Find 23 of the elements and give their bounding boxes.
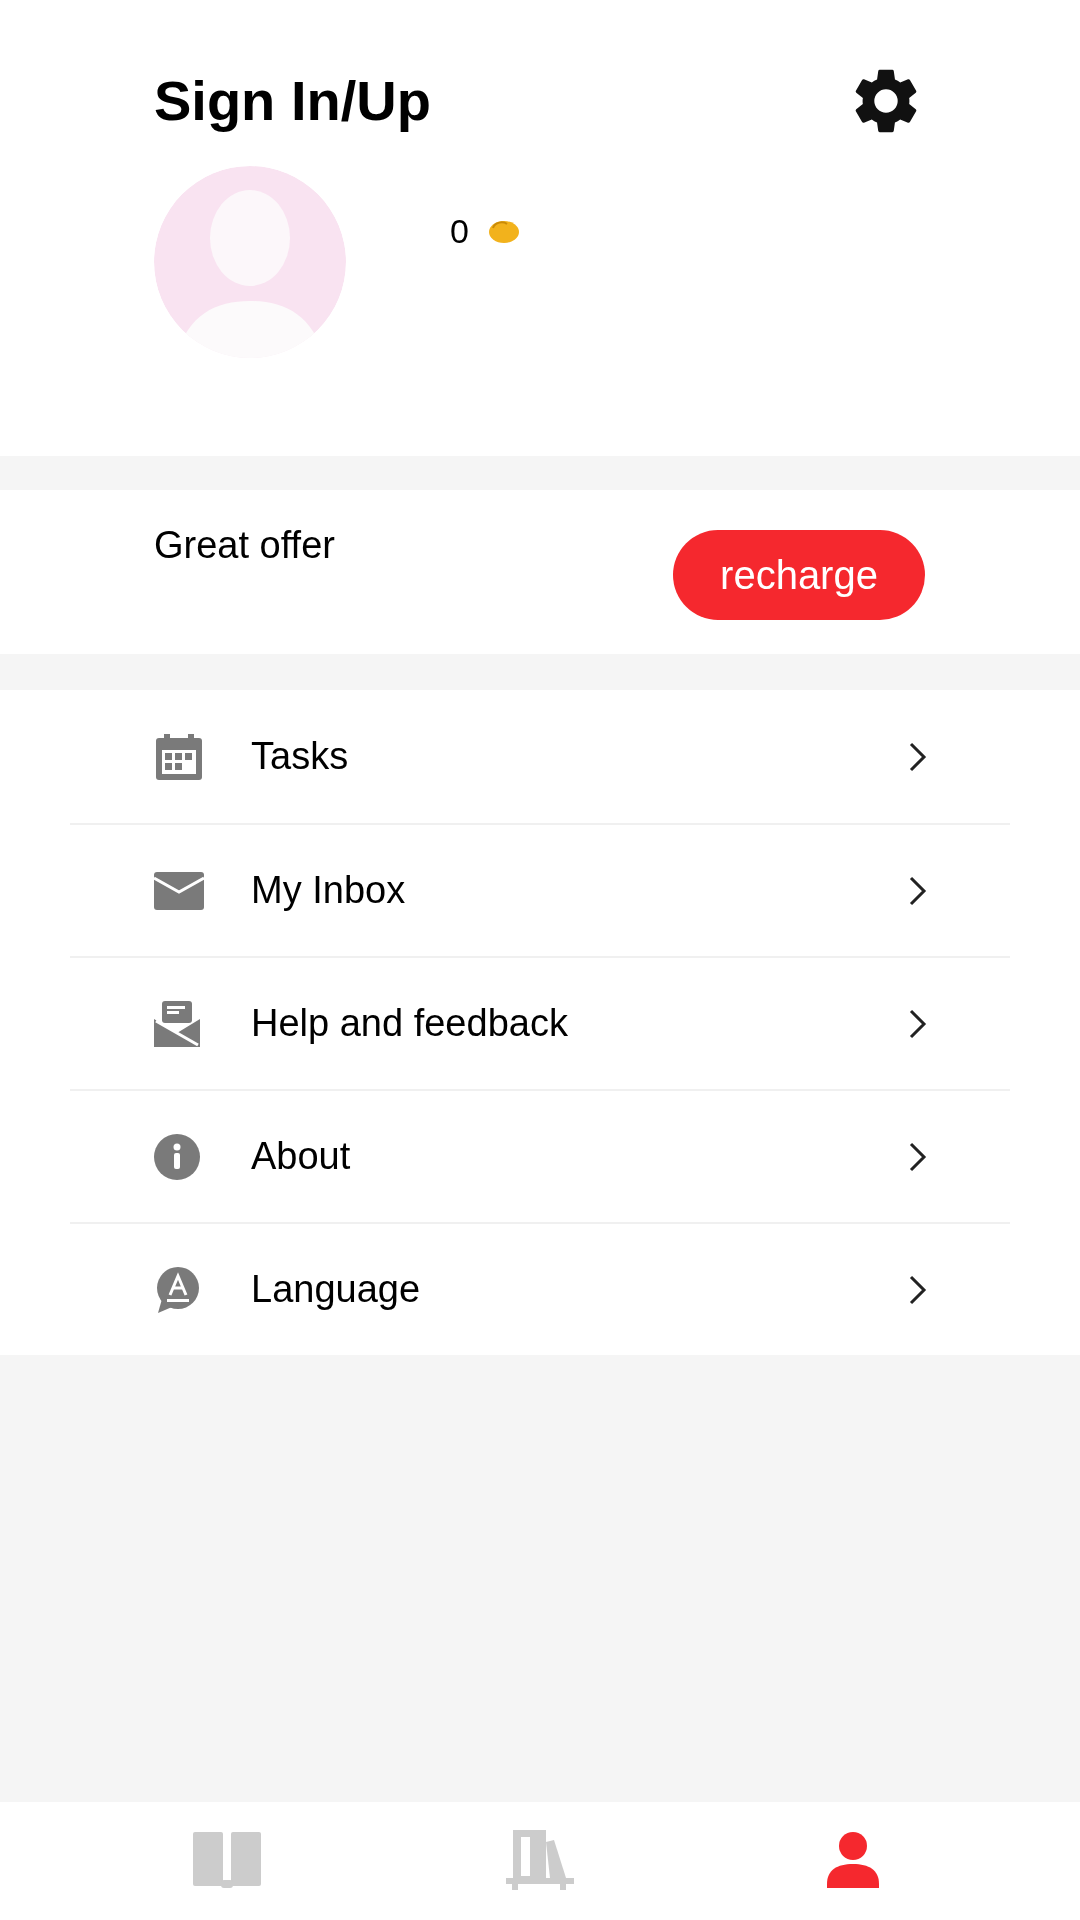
- person-icon[interactable]: [827, 1832, 880, 1890]
- speech-bubble-icon: [154, 1266, 200, 1313]
- avatar-placeholder[interactable]: [154, 166, 346, 358]
- calendar-icon: [154, 731, 204, 782]
- bookshelf-icon[interactable]: [506, 1830, 574, 1892]
- chevron-right-icon: [908, 874, 928, 907]
- chevron-right-icon: [908, 1007, 928, 1040]
- menu-item[interactable]: About: [70, 1091, 1010, 1222]
- book-icon[interactable]: [192, 1832, 261, 1890]
- menu-item[interactable]: Language: [70, 1224, 1010, 1355]
- info-icon: [154, 1133, 200, 1180]
- menu-item[interactable]: Help and feedback: [70, 958, 1010, 1089]
- menu-item[interactable]: Tasks: [70, 690, 1010, 823]
- menu-item[interactable]: My Inbox: [70, 825, 1010, 956]
- offer-text: Great offer: [154, 526, 335, 564]
- chevron-right-icon: [908, 1140, 928, 1173]
- chevron-right-icon: [908, 1273, 928, 1306]
- coin-balance: 0: [450, 214, 469, 248]
- bean-icon: [486, 218, 519, 244]
- recharge-button[interactable]: recharge: [673, 530, 925, 620]
- chevron-right-icon: [908, 740, 928, 773]
- open-envelope-icon: [154, 1000, 200, 1047]
- envelope-icon: [154, 871, 204, 910]
